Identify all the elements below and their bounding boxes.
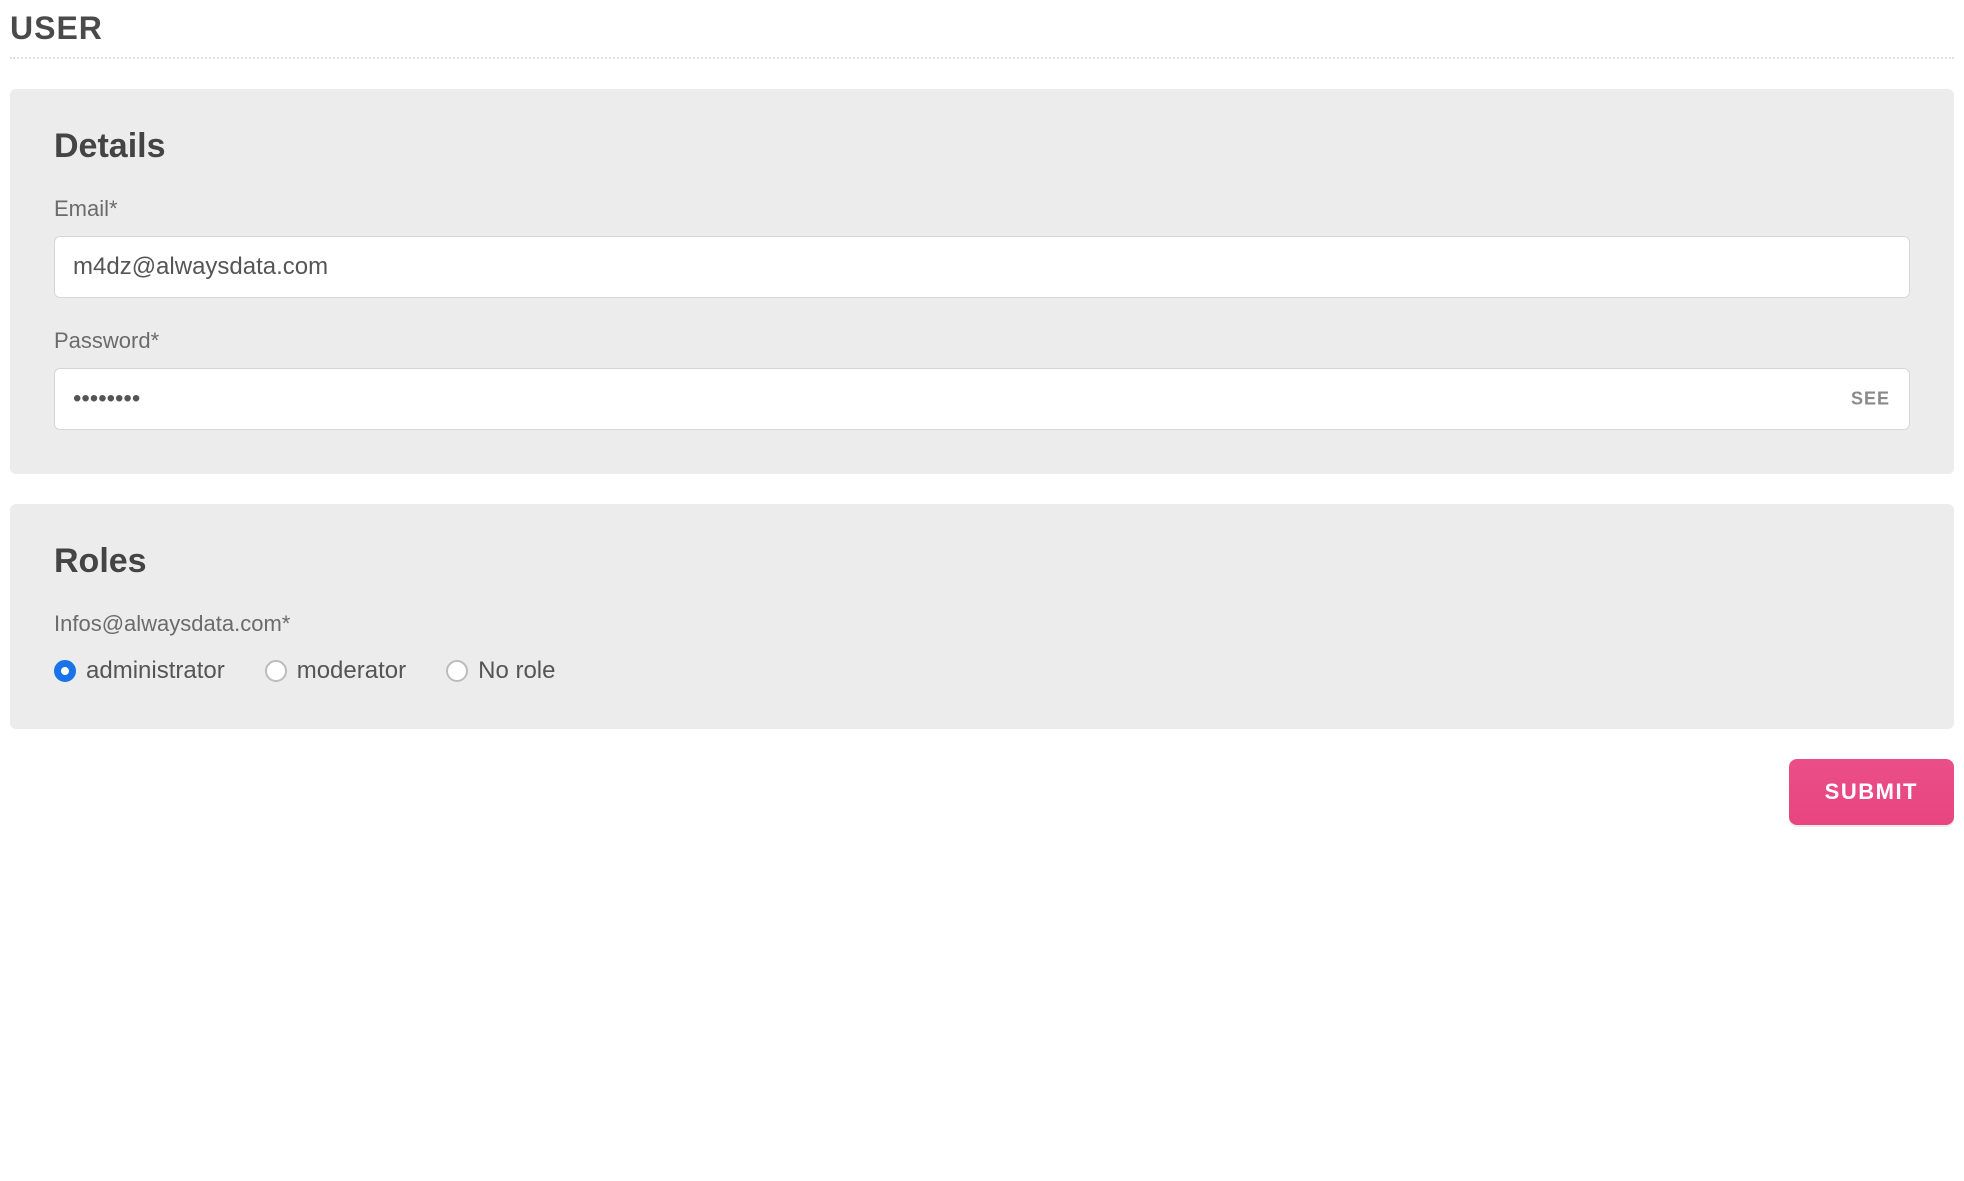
role-option-moderator[interactable]: moderator bbox=[265, 657, 406, 685]
actions-bar: SUBMIT bbox=[10, 759, 1954, 825]
radio-icon bbox=[265, 660, 287, 682]
password-group: Password* SEE bbox=[54, 328, 1910, 430]
email-field[interactable] bbox=[54, 236, 1910, 298]
see-password-button[interactable]: SEE bbox=[1851, 389, 1890, 410]
roles-subheading: Infos@alwaysdata.com* bbox=[54, 611, 1910, 637]
role-option-label: No role bbox=[478, 657, 555, 685]
radio-icon bbox=[54, 660, 76, 682]
role-option-label: administrator bbox=[86, 657, 225, 685]
role-option-label: moderator bbox=[297, 657, 406, 685]
roles-panel: Roles Infos@alwaysdata.com* administrato… bbox=[10, 504, 1954, 729]
email-label: Email* bbox=[54, 196, 1910, 222]
details-heading: Details bbox=[54, 127, 1910, 166]
page-title: USER bbox=[10, 0, 1954, 59]
password-label: Password* bbox=[54, 328, 1910, 354]
password-field[interactable] bbox=[54, 368, 1910, 430]
email-group: Email* bbox=[54, 196, 1910, 298]
submit-button[interactable]: SUBMIT bbox=[1789, 759, 1954, 825]
radio-icon bbox=[446, 660, 468, 682]
role-option-no-role[interactable]: No role bbox=[446, 657, 555, 685]
details-panel: Details Email* Password* SEE bbox=[10, 89, 1954, 474]
roles-heading: Roles bbox=[54, 542, 1910, 581]
password-wrapper: SEE bbox=[54, 368, 1910, 430]
roles-radio-row: administrator moderator No role bbox=[54, 657, 1910, 685]
role-option-administrator[interactable]: administrator bbox=[54, 657, 225, 685]
